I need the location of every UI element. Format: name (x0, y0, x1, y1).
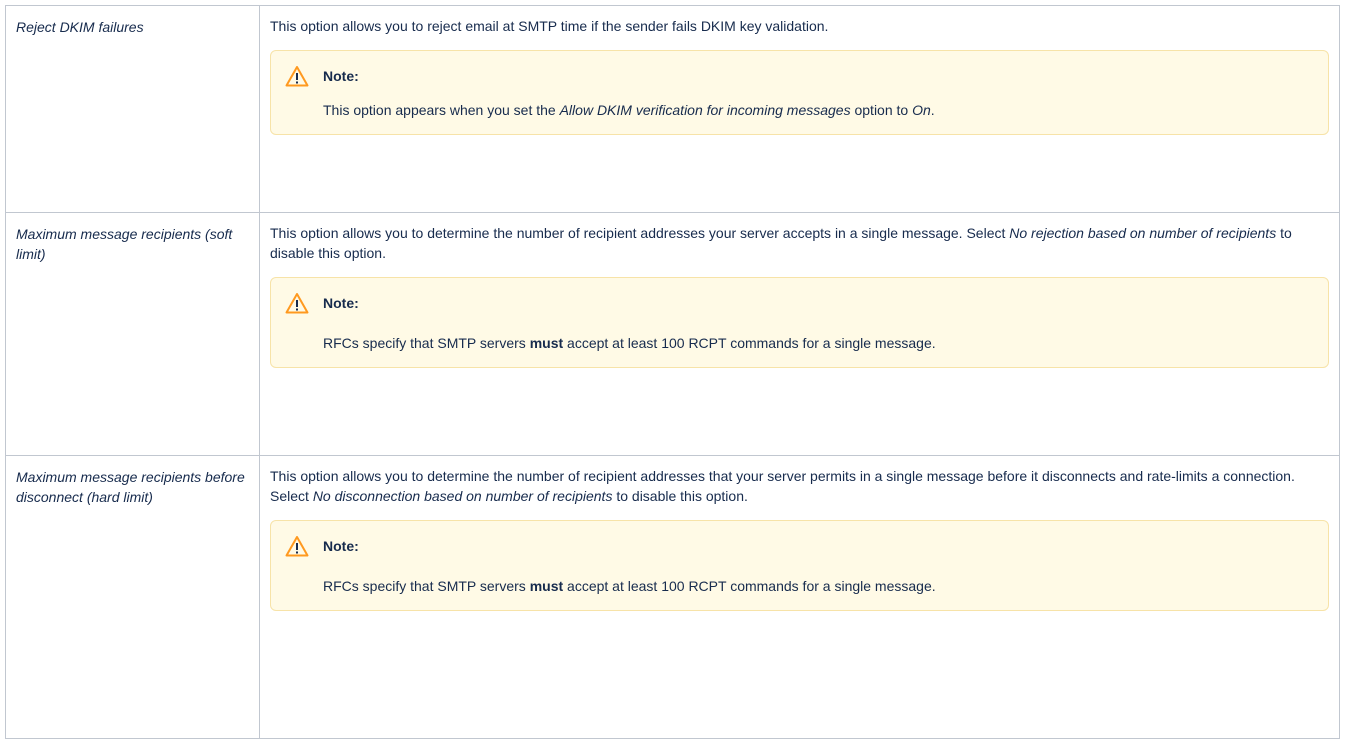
setting-value: No disconnection based on number of reci… (312, 488, 613, 504)
note-text: This option appears when you set the All… (323, 102, 935, 118)
table-row: Maximum message recipients (soft limit) … (5, 212, 1340, 456)
table-row: Reject DKIM failures This option allows … (5, 5, 1340, 213)
note-text: RFCs specify that SMTP servers must acce… (323, 578, 936, 594)
note-header: Note: (285, 64, 1314, 88)
table-row: Maximum message recipients before discon… (5, 455, 1340, 739)
option-name-cell: Maximum message recipients before discon… (5, 455, 260, 739)
option-description-cell: This option allows you to reject email a… (259, 5, 1340, 213)
note-title: Note: (323, 538, 359, 554)
option-name-cell: Reject DKIM failures (5, 5, 260, 213)
option-name: Maximum message recipients (soft limit) (16, 226, 233, 262)
note-header: Note: (285, 534, 1314, 558)
warning-icon (285, 65, 309, 87)
note-title: Note: (323, 68, 359, 84)
option-name: Reject DKIM failures (16, 19, 144, 35)
option-name-cell: Maximum message recipients (soft limit) (5, 212, 260, 456)
setting-name: Allow DKIM verification for incoming mes… (559, 102, 851, 118)
note-panel: Note: RFCs specify that SMTP servers mus… (270, 520, 1329, 611)
warning-icon (285, 535, 309, 557)
option-description: This option allows you to determine the … (270, 468, 1295, 504)
note-panel: Note: RFCs specify that SMTP servers mus… (270, 277, 1329, 368)
setting-value: On (912, 102, 931, 118)
options-table: Reject DKIM failures This option allows … (5, 5, 1340, 739)
note-panel: Note: This option appears when you set t… (270, 50, 1329, 135)
emphasis-must: must (529, 335, 564, 351)
option-description-cell: This option allows you to determine the … (259, 455, 1340, 739)
emphasis-must: must (529, 578, 564, 594)
warning-icon (285, 292, 309, 314)
note-title: Note: (323, 295, 359, 311)
option-description: This option allows you to reject email a… (270, 18, 829, 34)
option-description: This option allows you to determine the … (270, 225, 1292, 261)
setting-value: No rejection based on number of recipien… (1009, 225, 1277, 241)
note-header: Note: (285, 291, 1314, 315)
note-text: RFCs specify that SMTP servers must acce… (323, 335, 936, 351)
option-description-cell: This option allows you to determine the … (259, 212, 1340, 456)
option-name: Maximum message recipients before discon… (16, 469, 245, 505)
